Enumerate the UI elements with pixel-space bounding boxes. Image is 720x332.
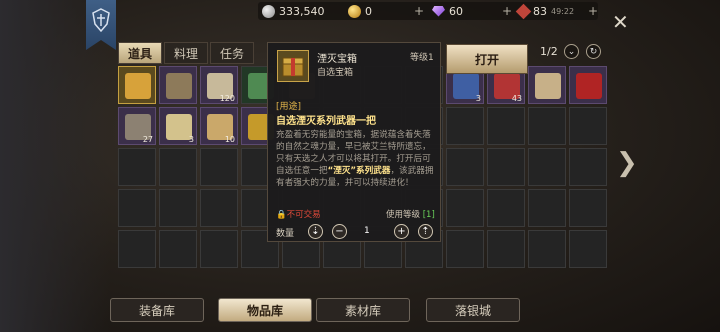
inventory-slot[interactable]	[200, 148, 238, 186]
ticket-timer: 49:22	[551, 6, 575, 16]
inventory-slot[interactable]	[159, 189, 197, 227]
refresh-icon[interactable]: ↻	[586, 44, 601, 59]
item-count: 43	[511, 94, 522, 103]
quantity-max-icon[interactable]: ⇡	[418, 224, 433, 239]
inventory-slot[interactable]	[569, 66, 607, 104]
crest-icon	[92, 8, 110, 32]
inventory-slot[interactable]	[528, 107, 566, 145]
inventory-slot[interactable]	[528, 148, 566, 186]
add-gold-button[interactable]: +	[414, 4, 424, 18]
bottom-tabs: 装备库 物品库 素材库 落银城	[100, 296, 600, 326]
inventory-slot[interactable]	[446, 189, 484, 227]
inventory-slot[interactable]	[487, 230, 525, 268]
category-tabs: 道具 料理 任务	[118, 42, 256, 64]
tooltip-description: 充盈着无穷能量的宝箱，据说蕴含着失落的自然之魂力量，早已被艾兰特所遗忘，只有天选…	[276, 130, 434, 188]
inventory-slot[interactable]	[528, 230, 566, 268]
gold-currency: 0	[348, 4, 372, 18]
inventory-slot[interactable]	[446, 148, 484, 186]
inventory-slot[interactable]	[528, 66, 566, 104]
quantity-minus-icon[interactable]: −	[332, 224, 347, 239]
side-shade	[0, 0, 110, 332]
item-icon	[166, 73, 192, 99]
tab-items[interactable]: 道具	[118, 42, 162, 64]
item-count: 27	[142, 135, 153, 144]
inventory-slot[interactable]	[118, 148, 156, 186]
next-page-chevron-icon[interactable]: ❯	[616, 148, 638, 178]
page-indicator: 1/2	[540, 45, 558, 58]
inventory-slot[interactable]: 120	[200, 66, 238, 104]
item-count: 120	[219, 94, 235, 103]
inventory-slot[interactable]	[569, 148, 607, 186]
item-count: 10	[224, 135, 235, 144]
tab-silver-city[interactable]: 落银城	[426, 298, 520, 322]
tab-quest[interactable]: 任务	[210, 42, 254, 64]
inventory-slot[interactable]	[159, 148, 197, 186]
inventory-slot[interactable]	[569, 189, 607, 227]
chevron-down-icon[interactable]: ⌄	[564, 44, 579, 59]
inventory-slot[interactable]	[487, 107, 525, 145]
inventory-slot[interactable]	[446, 230, 484, 268]
ticket-currency: 83 49:22	[515, 3, 575, 19]
open-button[interactable]: 打开	[446, 44, 528, 74]
tooltip-use-title: 自选湮灭系列武器一把	[276, 116, 376, 127]
quantity-min-icon[interactable]: ⇣	[308, 224, 323, 239]
inventory-slot[interactable]	[569, 230, 607, 268]
inventory-slot[interactable]	[159, 66, 197, 104]
inventory-slot[interactable]	[569, 107, 607, 145]
inventory-slot[interactable]: 3	[159, 107, 197, 145]
item-icon	[125, 73, 151, 99]
add-gem-button[interactable]: +	[502, 4, 512, 18]
gold-coin-icon	[348, 4, 361, 18]
close-icon[interactable]: ✕	[612, 10, 629, 34]
item-icon	[576, 73, 602, 99]
tooltip-level: 等级1	[410, 53, 434, 63]
quantity-plus-icon[interactable]: +	[394, 224, 409, 239]
tooltip-title: 湮灭宝箱	[317, 54, 357, 65]
quantity-value[interactable]: 1	[364, 226, 370, 236]
inventory-slot[interactable]	[528, 189, 566, 227]
inventory-slot[interactable]	[118, 230, 156, 268]
gem-icon	[432, 5, 445, 17]
inventory-slot[interactable]	[446, 107, 484, 145]
gem-currency: 60	[432, 4, 463, 18]
inventory-slot[interactable]	[200, 189, 238, 227]
tooltip-subtitle: 自选宝箱	[317, 68, 354, 78]
untradable-label: 🔒不可交易	[276, 210, 321, 220]
inventory-slot[interactable]: 27	[118, 107, 156, 145]
item-count: 3	[475, 94, 481, 103]
inventory-slot[interactable]	[200, 230, 238, 268]
inventory-slot[interactable]	[159, 230, 197, 268]
item-icon	[535, 73, 561, 99]
ticket-icon	[515, 3, 532, 19]
inventory-slot[interactable]	[118, 189, 156, 227]
inventory-slot[interactable]	[118, 66, 156, 104]
tooltip-section-label: [用途]	[276, 102, 302, 112]
tab-item-storage[interactable]: 物品库	[218, 298, 312, 322]
item-count: 3	[188, 135, 194, 144]
chest-icon	[277, 50, 309, 82]
inventory-slot[interactable]: 10	[200, 107, 238, 145]
item-tooltip: 湮灭宝箱 自选宝箱 等级1 [用途] 自选湮灭系列武器一把 充盈着无穷能量的宝箱…	[267, 42, 441, 242]
use-level: 使用等级 [1]	[386, 210, 435, 220]
tab-equipment-storage[interactable]: 装备库	[110, 298, 204, 322]
quantity-label: 数量	[276, 229, 295, 239]
tab-material-storage[interactable]: 素材库	[316, 298, 410, 322]
inventory-slot[interactable]	[487, 189, 525, 227]
add-ticket-button[interactable]: +	[588, 4, 598, 18]
silver-currency: 333,540	[262, 4, 325, 18]
lock-icon: 🔒	[276, 210, 287, 220]
silver-coin-icon	[262, 4, 275, 18]
tab-food[interactable]: 料理	[164, 42, 208, 64]
inventory-slot[interactable]	[487, 148, 525, 186]
